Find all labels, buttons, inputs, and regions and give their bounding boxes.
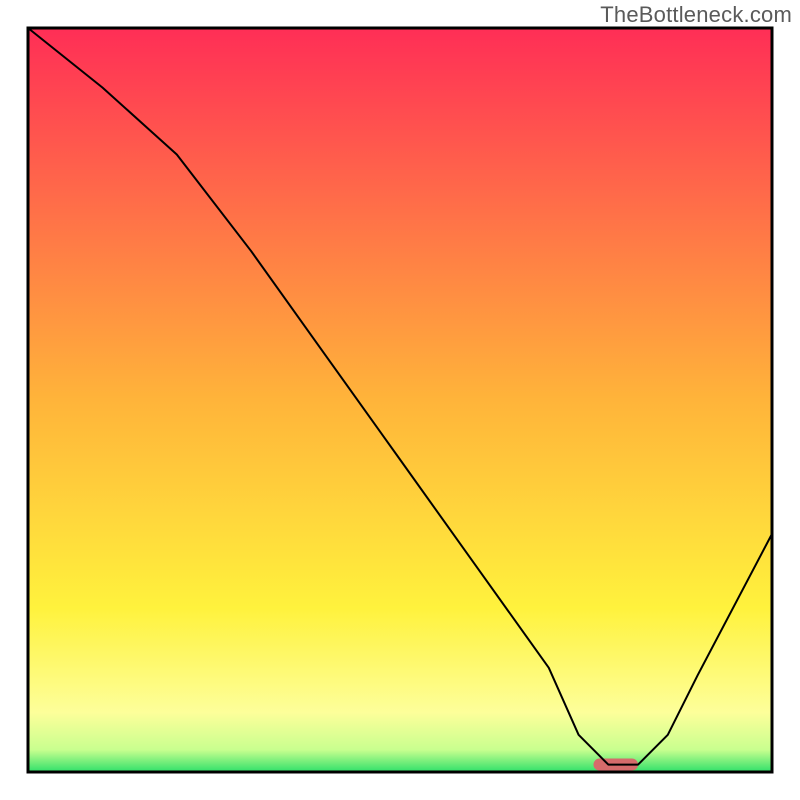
chart-svg: [0, 0, 800, 800]
chart-background: [28, 28, 772, 772]
watermark-text: TheBottleneck.com: [600, 2, 792, 28]
chart-container: TheBottleneck.com: [0, 0, 800, 800]
